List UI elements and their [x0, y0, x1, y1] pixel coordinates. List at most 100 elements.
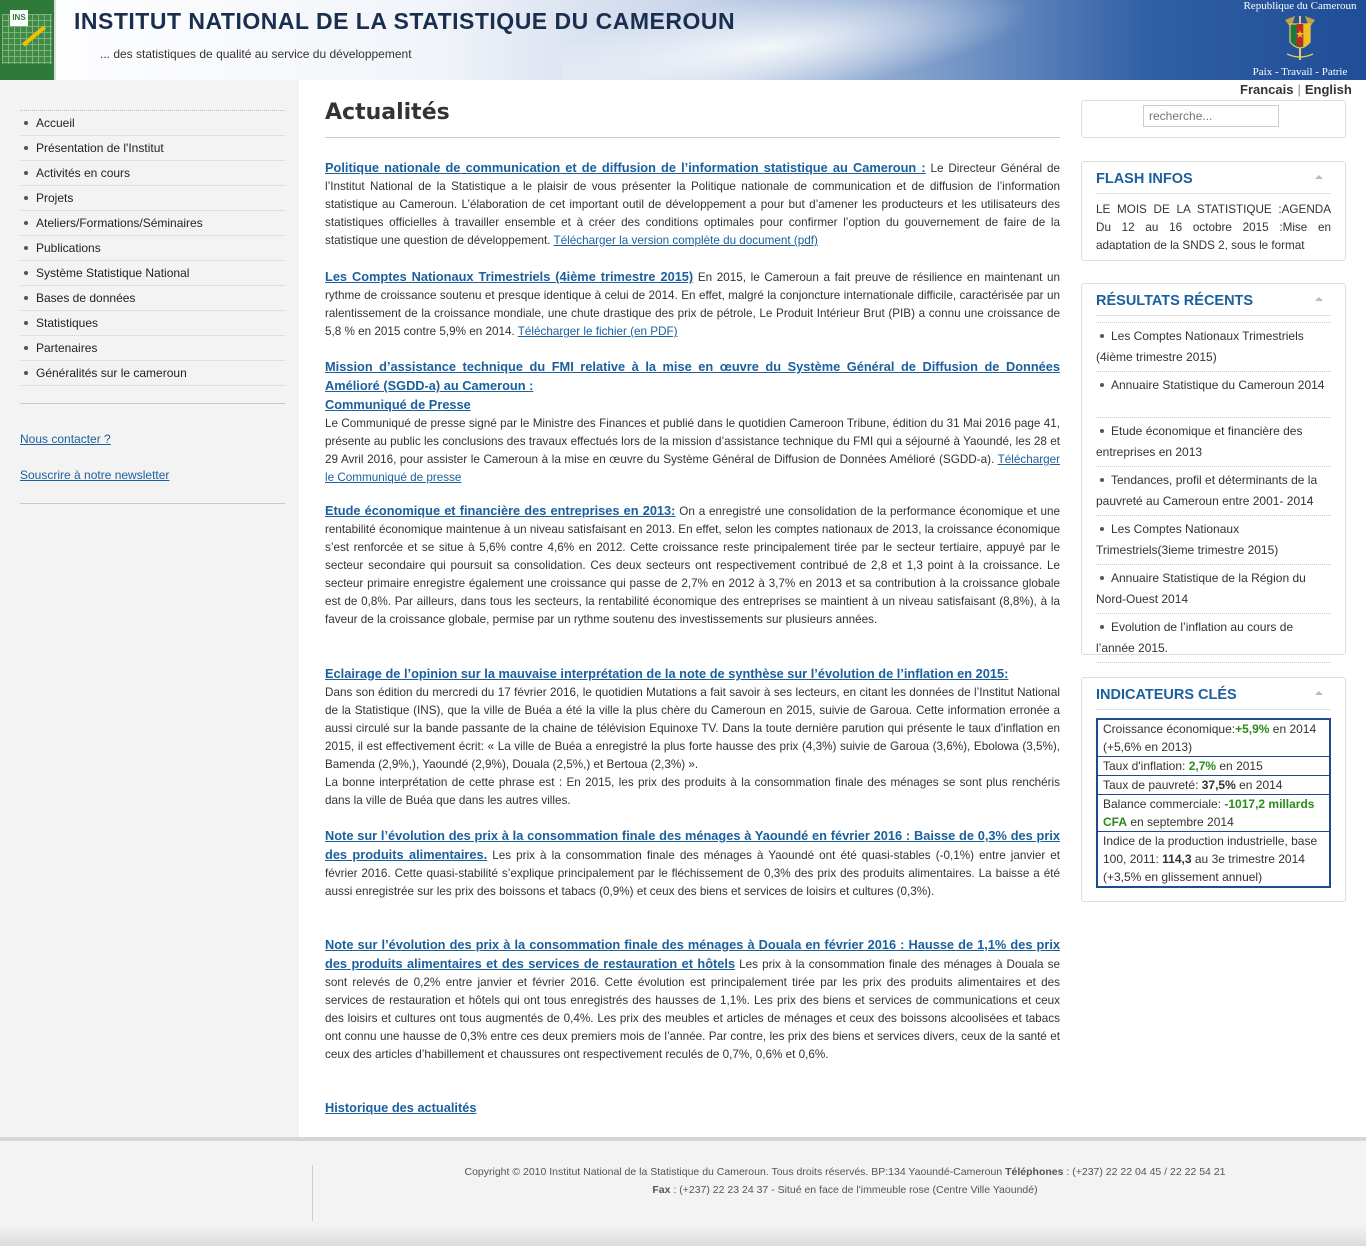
nav-item-label: Activités en cours	[36, 166, 131, 180]
news-item: Note sur l’évolution des prix à la conso…	[325, 827, 1060, 901]
nav-item-label: Système Statistique National	[36, 266, 190, 280]
nav-item-generalites[interactable]: Généralités sur le cameroun	[20, 361, 285, 386]
flash-infos-box: FLASH INFOS LE MOIS DE LA STATISTIQUE :A…	[1081, 161, 1346, 261]
indicator-note: en 2014	[1235, 778, 1283, 792]
nav-item-projets[interactable]: Projets	[20, 186, 285, 211]
indicator-label: Taux de pauvreté:	[1103, 778, 1202, 792]
nav-item-label: Statistiques	[36, 316, 99, 330]
result-item-label: Annuaire Statistique de la Région du Nor…	[1096, 571, 1306, 606]
recent-results-header[interactable]: RÉSULTATS RÉCENTS	[1096, 284, 1331, 316]
indicator-row: Balance commerciale: -1017,2 millards CF…	[1098, 795, 1329, 832]
nav-item-partenaires[interactable]: Partenaires	[20, 336, 285, 361]
sidebar-divider	[20, 403, 285, 404]
recent-results-list: Les Comptes Nationaux Trimestriels (4ièm…	[1096, 322, 1331, 663]
news-title-link[interactable]: Eclairage de l’opinion sur la mauvaise i…	[325, 666, 1008, 681]
nav-item-accueil[interactable]: Accueil	[20, 111, 285, 136]
result-item-label: Evolution de l’inflation au cours de l’a…	[1096, 620, 1294, 655]
news-title-link[interactable]: Politique nationale de communication et …	[325, 160, 926, 175]
motto-label: Paix - Travail - Patrie	[1252, 66, 1348, 78]
result-item-label: Les Comptes Nationaux Trimestriels(3ieme…	[1096, 522, 1279, 557]
site-title: INSTITUT NATIONAL DE LA STATISTIQUE DU C…	[74, 8, 736, 34]
news-title-link[interactable]: Etude économique et financière des entre…	[325, 503, 675, 518]
nav-item-bases-de-donnees[interactable]: Bases de données	[20, 286, 285, 311]
news-subtitle-link[interactable]: Communiqué de Presse	[325, 397, 471, 412]
ins-logo[interactable]: INS	[0, 0, 56, 80]
news-item: Eclairage de l’opinion sur la mauvaise i…	[325, 665, 1060, 810]
footer-divider	[312, 1165, 313, 1221]
indicator-note: en 2015	[1216, 759, 1263, 773]
news-body: Le Communiqué de presse signé par le Min…	[325, 417, 1060, 466]
nav-item-statistiques[interactable]: Statistiques	[20, 311, 285, 336]
footer-phone-numbers: : (+237) 22 22 04 45 / 22 22 54 21	[1063, 1166, 1226, 1178]
left-sidebar: Accueil Présentation de l'Institut Activ…	[0, 80, 299, 1137]
indicator-note: en septembre 2014	[1127, 815, 1234, 829]
nav-item-label: Ateliers/Formations/Séminaires	[36, 216, 203, 230]
main-navigation: Accueil Présentation de l'Institut Activ…	[20, 110, 285, 386]
lang-french-link[interactable]: Francais	[1240, 82, 1293, 97]
page-title: Actualités	[325, 100, 1060, 138]
language-switcher: Francais | English	[1240, 82, 1352, 97]
coat-of-arms-icon	[1285, 16, 1315, 60]
key-indicators-table: Croissance économique:+5,9% en 2014 (+5,…	[1096, 718, 1331, 888]
footer-bottom-band	[0, 1226, 1366, 1246]
result-item[interactable]: Annuaire Statistique du Cameroun 2014	[1096, 371, 1331, 417]
flash-infos-header[interactable]: FLASH INFOS	[1096, 162, 1331, 194]
key-indicators-box: INDICATEURS CLÉS Croissance économique:+…	[1081, 677, 1346, 902]
result-item[interactable]: Evolution de l’inflation au cours de l’a…	[1096, 613, 1331, 663]
news-title-link[interactable]: Les Comptes Nationaux Trimestriels (4ièm…	[325, 269, 693, 284]
nav-item-presentation[interactable]: Présentation de l'Institut	[20, 136, 285, 161]
search-box	[1081, 100, 1346, 138]
indicator-value: 114,3	[1162, 852, 1192, 866]
nav-item-label: Généralités sur le cameroun	[36, 366, 187, 380]
nav-item-label: Partenaires	[36, 341, 98, 355]
logo-mark: INS	[10, 10, 28, 26]
indicator-row: Indice de la production industrielle, ba…	[1098, 832, 1329, 886]
bullet-icon	[1100, 526, 1104, 531]
sidebar-divider	[20, 503, 285, 504]
nav-item-ateliers[interactable]: Ateliers/Formations/Séminaires	[20, 211, 285, 236]
result-item[interactable]: Tendances, profil et déterminants de la …	[1096, 466, 1331, 515]
result-item[interactable]: Les Comptes Nationaux Trimestriels (4ièm…	[1096, 322, 1331, 371]
news-body-extra: La bonne interprétation de cette phrase …	[325, 776, 1060, 807]
site-header: INS INSTITUT NATIONAL DE LA STATISTIQUE …	[0, 0, 1366, 80]
result-item[interactable]: Les Comptes Nationaux Trimestriels(3ieme…	[1096, 515, 1331, 564]
download-link[interactable]: Télécharger la version complète du docum…	[554, 234, 818, 247]
bullet-icon	[1100, 382, 1104, 387]
news-item: Etude économique et financière des entre…	[325, 502, 1060, 629]
newsletter-link[interactable]: Souscrire à notre newsletter	[20, 468, 169, 482]
result-item-label: Tendances, profil et déterminants de la …	[1096, 473, 1318, 508]
collapse-caret-icon[interactable]	[1315, 175, 1323, 179]
flash-infos-title: FLASH INFOS	[1096, 171, 1193, 187]
main-content: Actualités Politique nationale de commun…	[325, 100, 1060, 1115]
download-link[interactable]: Télécharger le fichier (en PDF)	[518, 325, 678, 338]
news-item: Mission d’assistance technique du FMI re…	[325, 358, 1060, 487]
result-item[interactable]: Etude économique et financière des entre…	[1096, 417, 1331, 466]
news-history-link[interactable]: Historique des actualités	[325, 1100, 476, 1115]
search-input[interactable]	[1143, 105, 1279, 127]
result-item[interactable]: Annuaire Statistique de la Région du Nor…	[1096, 564, 1331, 613]
collapse-caret-icon[interactable]	[1315, 691, 1323, 695]
lang-english-link[interactable]: English	[1305, 82, 1352, 97]
contact-link[interactable]: Nous contacter ?	[20, 432, 111, 446]
news-title-link[interactable]: Mission d’assistance technique du FMI re…	[325, 359, 1060, 393]
bullet-icon	[24, 121, 28, 125]
footer-fax-label: Fax	[652, 1184, 671, 1196]
bullet-icon	[24, 246, 28, 250]
bullet-icon	[1100, 624, 1104, 629]
site-tagline: ... des statistiques de qualité au servi…	[100, 47, 412, 61]
indicator-row: Taux d'inflation: 2,7% en 2015	[1098, 757, 1329, 776]
footer-phone-label: Téléphones	[1005, 1166, 1064, 1178]
site-footer: Copyright © 2010 Institut National de la…	[0, 1137, 1366, 1246]
nav-item-activites[interactable]: Activités en cours	[20, 161, 285, 186]
nav-item-label: Accueil	[36, 116, 75, 130]
nav-item-systeme-statistique[interactable]: Système Statistique National	[20, 261, 285, 286]
indicator-label: Taux d'inflation:	[1103, 759, 1189, 773]
footer-copyright-text: Copyright © 2010 Institut National de la…	[464, 1166, 1006, 1178]
result-item-label: Etude économique et financière des entre…	[1096, 424, 1303, 459]
key-indicators-header[interactable]: INDICATEURS CLÉS	[1096, 678, 1331, 710]
result-item-label: Annuaire Statistique du Cameroun 2014	[1111, 378, 1325, 392]
bullet-icon	[24, 371, 28, 375]
result-item-label: Les Comptes Nationaux Trimestriels (4ièm…	[1096, 329, 1304, 364]
collapse-caret-icon[interactable]	[1315, 297, 1323, 301]
nav-item-publications[interactable]: Publications	[20, 236, 285, 261]
